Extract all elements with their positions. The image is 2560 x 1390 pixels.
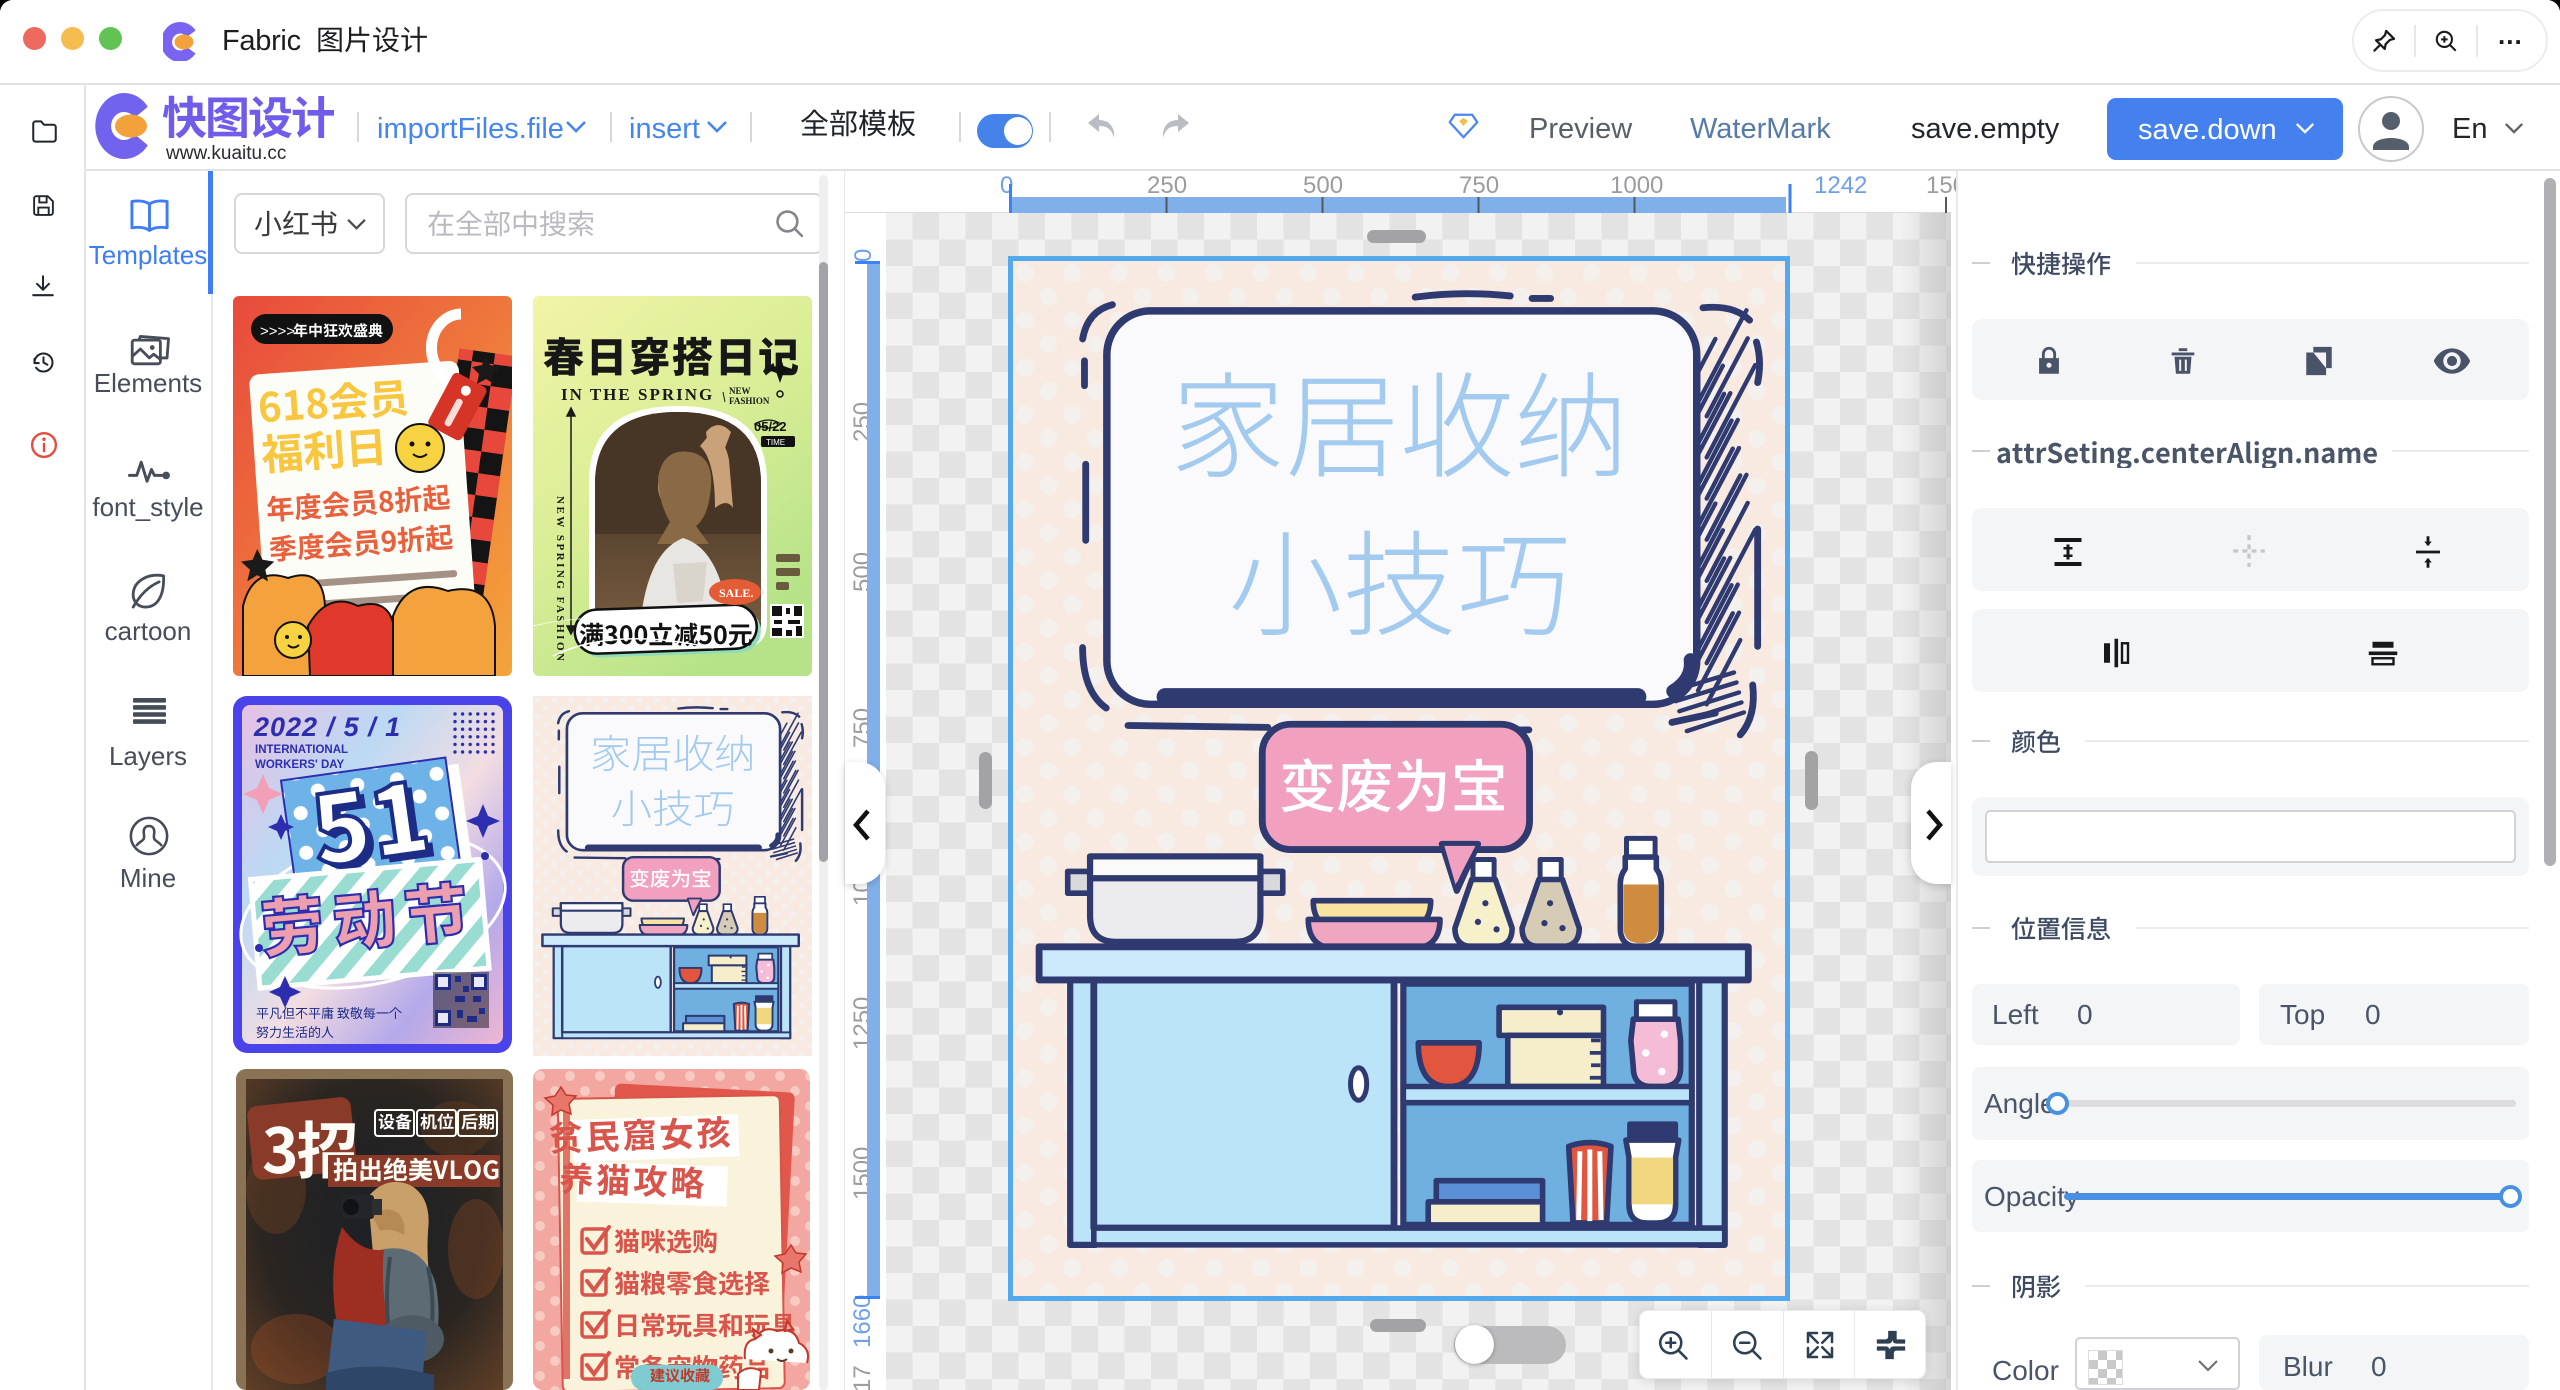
svg-text:IN THE SPRING: IN THE SPRING xyxy=(561,385,714,404)
svg-text:NEW: NEW xyxy=(729,386,751,396)
svg-text:INTERNATIONAL: INTERNATIONAL xyxy=(255,744,348,756)
svg-text:TIME: TIME xyxy=(766,438,785,447)
svg-text:NEW SPRING FASHION: NEW SPRING FASHION xyxy=(554,496,566,663)
svg-text:>>>>: >>>> xyxy=(260,323,295,340)
svg-text:FASHION: FASHION xyxy=(729,396,770,406)
svg-text:05/22: 05/22 xyxy=(754,419,787,434)
svg-text:2022 / 5 / 1: 2022 / 5 / 1 xyxy=(253,712,401,742)
svg-text:SALE.: SALE. xyxy=(719,586,753,600)
svg-text:WORKERS' DAY: WORKERS' DAY xyxy=(255,759,345,771)
